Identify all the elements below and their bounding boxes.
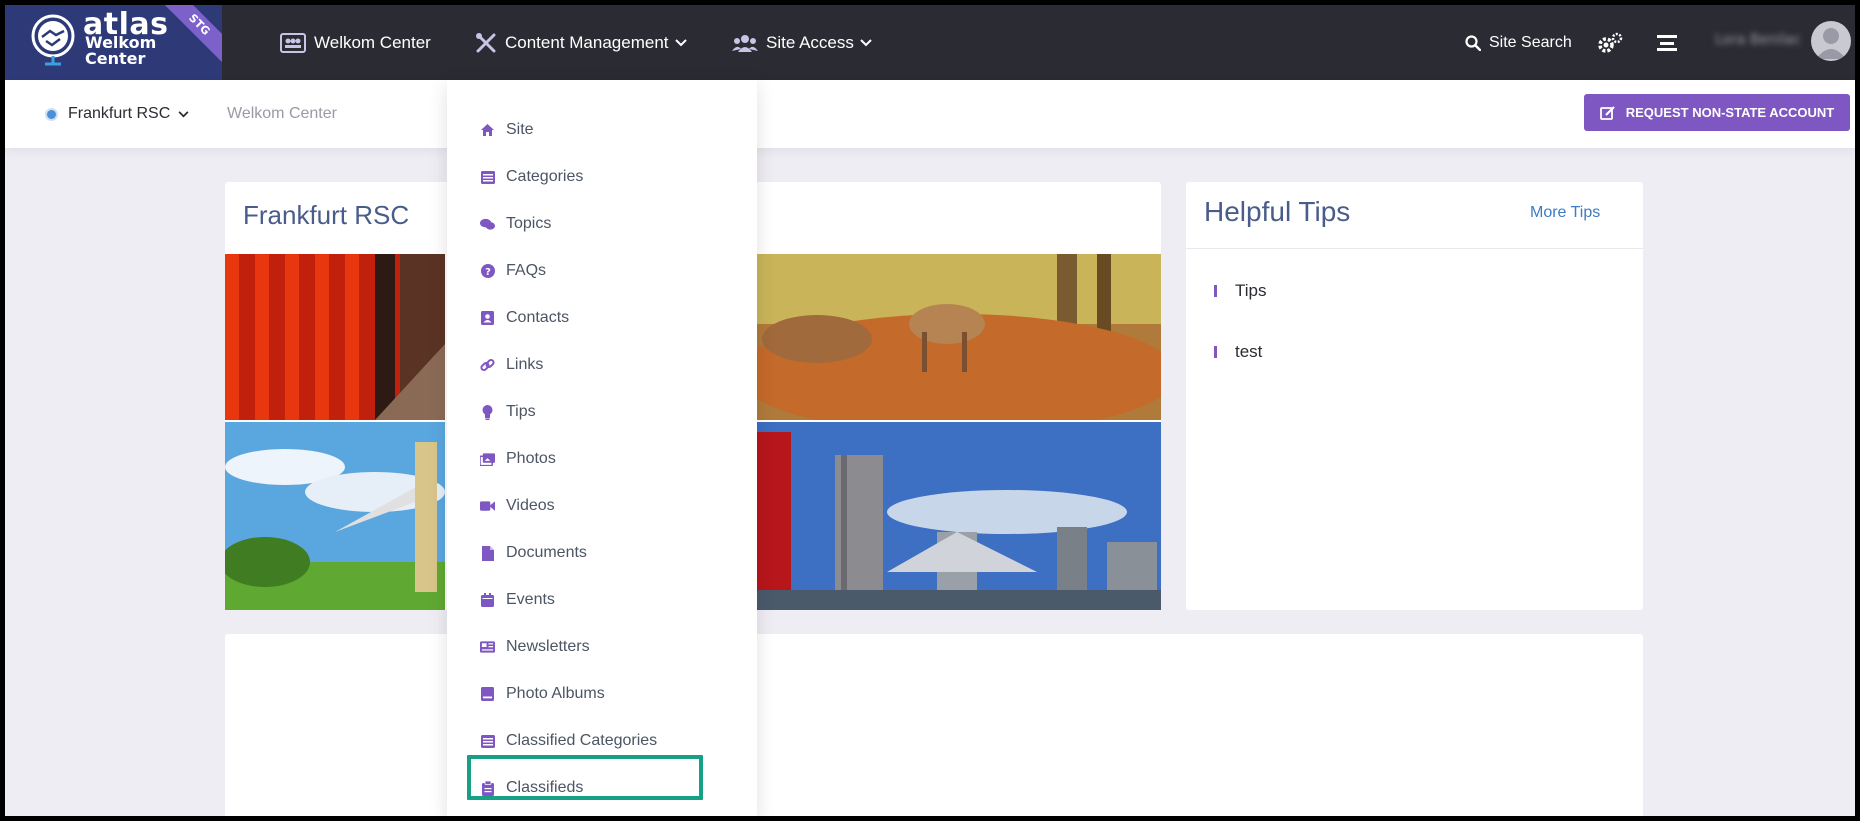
menu-item-videos[interactable]: Videos <box>480 491 555 521</box>
menu-item-label: Events <box>506 591 555 608</box>
nav-welkom-center-label: Welkom Center <box>314 32 431 52</box>
photo-torii-gates[interactable] <box>225 254 445 420</box>
tip-item[interactable]: test <box>1214 342 1262 362</box>
video-icon <box>480 499 495 514</box>
comments-icon <box>480 217 495 232</box>
logo-subtitle: Welkom Center <box>85 35 156 67</box>
svg-text:?: ? <box>485 267 491 278</box>
menu-item-events[interactable]: Events <box>480 585 555 615</box>
user-name[interactable]: Lora Benilac <box>1715 32 1801 48</box>
photo-tower-park[interactable] <box>225 422 445 610</box>
site-status-dot <box>45 107 58 121</box>
app-frame: atlas Welkom Center STG Welkom Center Co… <box>5 5 1855 816</box>
lightbulb-icon <box>480 404 495 420</box>
sub-header: Frankfurt RSC Welkom Center <box>5 80 1855 148</box>
site-selector-label: Frankfurt RSC <box>68 105 171 122</box>
file-icon <box>480 545 495 561</box>
menu-item-label: Photo Albums <box>506 685 605 702</box>
menu-item-label: Documents <box>506 544 587 561</box>
menu-item-photos[interactable]: Photos <box>480 444 556 474</box>
tip-item[interactable]: Tips <box>1214 281 1267 301</box>
menu-item-label: Links <box>506 356 544 373</box>
tip-item-label: test <box>1235 342 1263 361</box>
request-button-label: REQUEST NON-STATE ACCOUNT <box>1625 105 1835 120</box>
tip-bullet <box>1214 285 1217 297</box>
hamburger-menu-icon <box>1657 34 1677 51</box>
nav-welkom-center[interactable]: Welkom Center <box>280 5 431 80</box>
site-search-label: Site Search <box>1489 33 1572 51</box>
menu-item-categories[interactable]: Categories <box>480 162 583 192</box>
menu-item-label: Newsletters <box>506 638 590 655</box>
tip-item-label: Tips <box>1235 281 1267 300</box>
home-icon <box>480 123 495 138</box>
nav-content-management[interactable]: Content Management <box>475 5 687 80</box>
list-icon <box>480 170 495 185</box>
menu-item-newsletters[interactable]: Newsletters <box>480 632 590 662</box>
menu-item-label: Tips <box>506 403 536 420</box>
calendar-icon <box>480 593 495 608</box>
menu-item-label: Categories <box>506 168 584 185</box>
menu-item-tips[interactable]: Tips <box>480 397 536 427</box>
environment-ribbon: STG <box>160 5 222 64</box>
more-tips-link[interactable]: More Tips <box>1530 204 1600 222</box>
menu-item-site[interactable]: Site <box>480 115 534 145</box>
classifieds-highlight-box <box>467 755 703 800</box>
avatar[interactable] <box>1811 21 1851 61</box>
link-icon <box>480 358 495 373</box>
chevron-down-icon <box>860 38 872 46</box>
menu-item-topics[interactable]: Topics <box>480 209 551 239</box>
top-navigation-bar: atlas Welkom Center STG Welkom Center Co… <box>5 5 1855 80</box>
nav-site-access[interactable]: Site Access <box>732 5 872 80</box>
chevron-down-icon <box>674 38 687 46</box>
globe-handshake-icon <box>31 14 75 66</box>
list-icon <box>480 734 495 749</box>
request-non-state-account-button[interactable]: REQUEST NON-STATE ACCOUNT <box>1584 94 1850 131</box>
site-selector[interactable]: Frankfurt RSC <box>45 80 189 148</box>
menu-item-label: Photos <box>506 450 556 467</box>
menu-item-label: Site <box>506 121 534 138</box>
bottom-content-card <box>225 634 1643 816</box>
menu-item-documents[interactable]: Documents <box>480 538 587 568</box>
menu-item-links[interactable]: Links <box>480 350 543 380</box>
menu-item-photo-albums[interactable]: Photo Albums <box>480 679 605 709</box>
nav-site-access-label: Site Access <box>766 32 854 52</box>
album-icon <box>480 687 495 702</box>
chevron-down-icon <box>178 110 189 117</box>
menu-item-label: FAQs <box>506 262 547 279</box>
breadcrumb[interactable]: Welkom Center <box>227 80 337 148</box>
tip-bullet <box>1214 346 1217 358</box>
contact-card-icon <box>480 311 495 326</box>
newspaper-icon <box>480 640 495 655</box>
logo-subtitle-line2: Center <box>85 49 146 68</box>
menu-button[interactable] <box>1657 5 1685 80</box>
content-management-dropdown: Site Categories Topics ? FAQs Contacts L… <box>447 80 757 816</box>
menu-item-label: Contacts <box>506 309 570 326</box>
tips-divider <box>1186 248 1643 249</box>
menu-item-label: Videos <box>506 497 555 514</box>
menu-item-contacts[interactable]: Contacts <box>480 303 569 333</box>
users-grid-icon <box>280 32 306 53</box>
gears-icon <box>1598 32 1623 53</box>
menu-item-label: Classified Categories <box>506 732 658 749</box>
users-icon <box>732 34 758 52</box>
menu-item-classified-categories[interactable]: Classified Categories <box>480 726 657 756</box>
photo-city-skyline[interactable] <box>757 422 1161 610</box>
user-avatar-icon <box>1816 28 1846 59</box>
tips-title: Helpful Tips <box>1204 196 1351 227</box>
photo-deer-autumn[interactable] <box>757 254 1161 420</box>
settings-button[interactable] <box>1597 5 1631 80</box>
breadcrumb-current[interactable]: Welkom Center <box>227 105 337 123</box>
helpful-tips-card: Helpful Tips More Tips Tips test <box>1186 182 1643 610</box>
nav-content-management-label: Content Management <box>505 32 669 52</box>
search-icon <box>1465 34 1481 51</box>
question-icon: ? <box>480 264 495 279</box>
site-search-button[interactable]: Site Search <box>1465 5 1572 80</box>
site-card-title: Frankfurt RSC <box>243 200 410 230</box>
edit-icon <box>1599 105 1615 120</box>
images-icon <box>480 452 495 467</box>
tools-icon <box>476 32 496 52</box>
atlas-logo[interactable]: atlas Welkom Center STG <box>5 5 222 80</box>
menu-item-faqs[interactable]: ? FAQs <box>480 256 546 286</box>
menu-item-label: Topics <box>506 215 552 232</box>
